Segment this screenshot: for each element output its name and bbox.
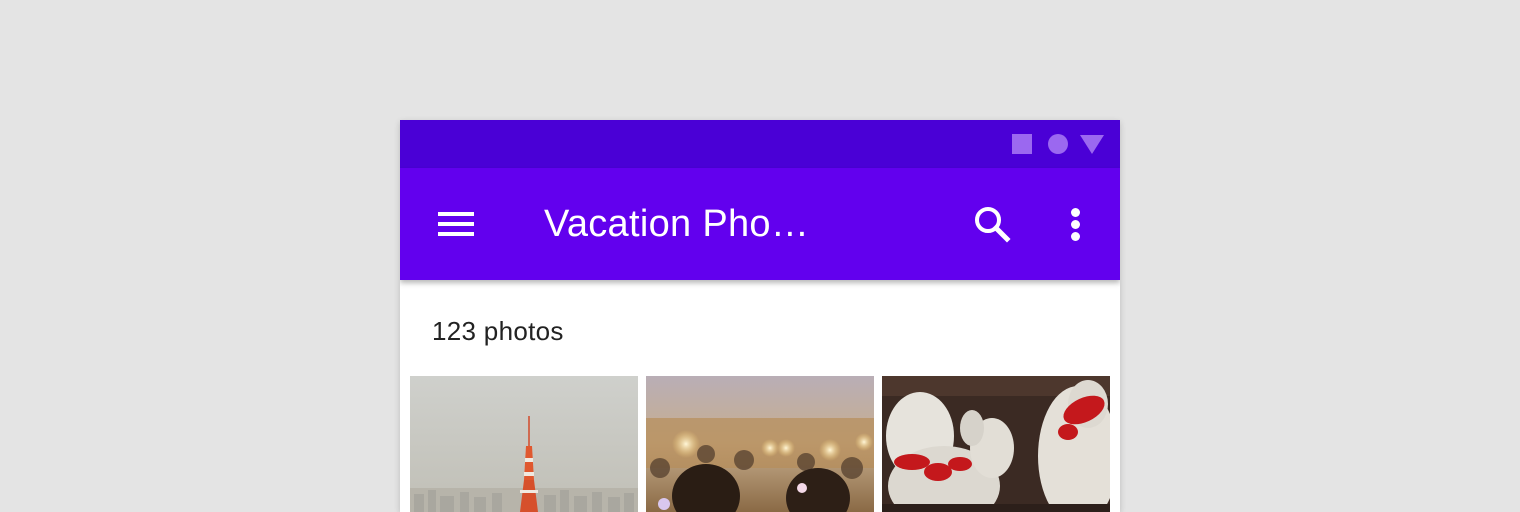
search-icon (975, 207, 1011, 243)
triangle-icon (1080, 135, 1104, 154)
search-button[interactable] (966, 198, 1018, 250)
photo-tile-festival[interactable] (646, 376, 874, 512)
top-app-bar: Vacation Pho… (400, 168, 1120, 280)
tower-cityscape-photo (410, 376, 638, 512)
festival-crowd-photo (646, 376, 874, 512)
menu-button[interactable] (430, 200, 482, 248)
status-bar (400, 120, 1120, 168)
photo-tile-cats[interactable] (882, 376, 1110, 512)
photo-tile-tower[interactable] (410, 376, 638, 512)
page-title: Vacation Pho… (544, 203, 810, 245)
circle-icon (1048, 134, 1068, 154)
photo-count: 123 photos (432, 316, 564, 346)
square-icon (1012, 134, 1032, 154)
lucky-cat-figurines-photo (882, 376, 1110, 512)
phone-screen: Vacation Pho… 123 photos (400, 120, 1120, 512)
more-options-button[interactable] (1050, 198, 1102, 250)
